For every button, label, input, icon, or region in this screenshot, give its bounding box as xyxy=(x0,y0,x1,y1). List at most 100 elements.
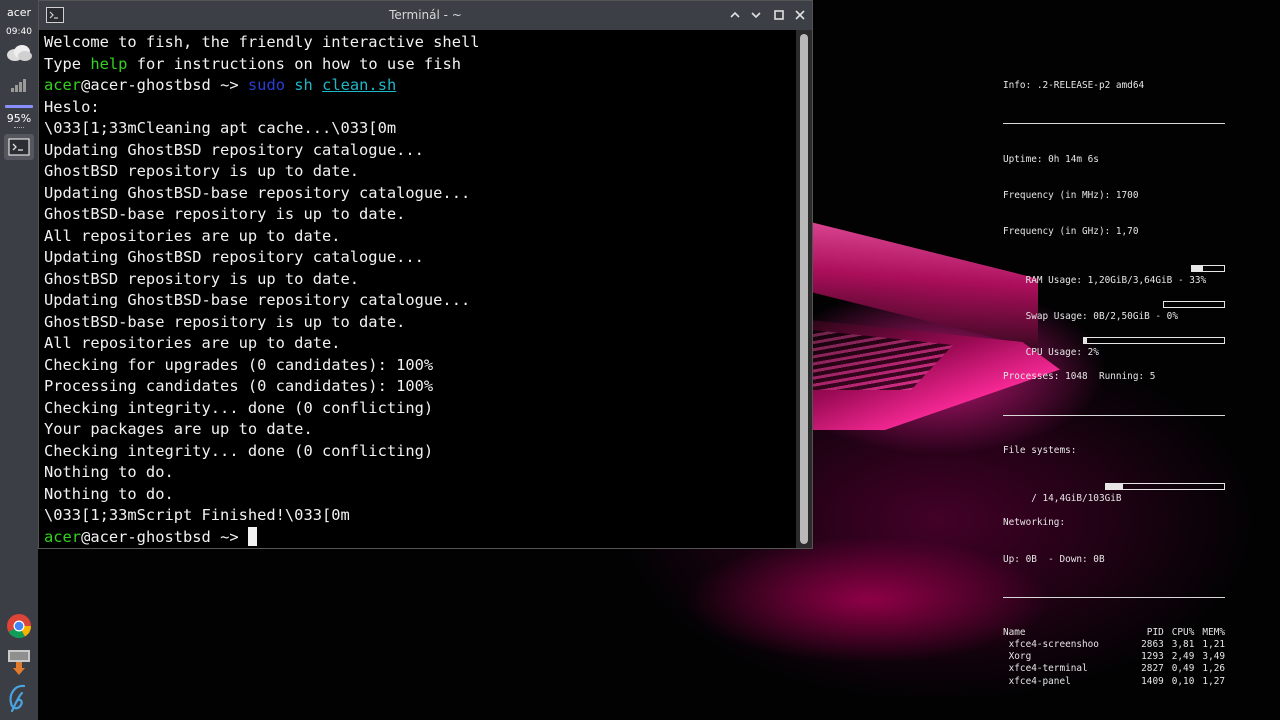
conky-frequency-ghz: Frequency (in GHz): 1,70 xyxy=(1003,226,1139,238)
conky-ram-label: RAM Usage: 1,20GiB/3,64GiB - 33% xyxy=(1025,274,1207,286)
terminal-line: Updating GhostBSD-base repository catalo… xyxy=(44,183,471,202)
terminal-line: GhostBSD repository is up to date. xyxy=(44,162,360,180)
side-panel: acer 09:40 95% xyxy=(0,0,38,720)
conky-uptime: Uptime: 0h 14m 6s xyxy=(1003,153,1099,165)
prompt-symbol: > xyxy=(229,76,248,94)
conky-fs-label: File systems: xyxy=(1003,444,1077,456)
chevron-down-icon xyxy=(751,12,761,19)
panel-clock[interactable]: 09:40 xyxy=(6,27,32,37)
minimize-button[interactable] xyxy=(726,6,744,24)
conky-net-label: Networking: xyxy=(1003,517,1066,529)
terminal-line: \033[1;33mCleaning apt cache...\033[0m xyxy=(44,119,397,137)
battery-percent[interactable]: 95% xyxy=(7,112,31,125)
process-pid: 1293 xyxy=(1141,651,1164,663)
column-header: Name xyxy=(1003,627,1026,639)
terminal-line: GhostBSD repository is up to date. xyxy=(44,269,360,288)
swap-usage-bar xyxy=(1163,300,1225,308)
terminal-line: Checking integrity... done (0 conflictin… xyxy=(44,441,434,460)
terminal-window[interactable]: Terminál - ~ Welcome to fish, the friend… xyxy=(38,0,813,549)
maximize-button[interactable] xyxy=(770,6,788,24)
terminal-active-prompt[interactable]: acer@acer-ghostbsd ~> xyxy=(44,526,796,549)
terminal-line: Updating GhostBSD-base repository catalo… xyxy=(44,291,471,309)
weather-icon[interactable] xyxy=(5,43,33,67)
process-cpu: 0,10 xyxy=(1171,675,1195,687)
window-title: Terminál - ~ xyxy=(389,8,462,22)
terminal-line: Your packages are up to date. xyxy=(44,420,313,438)
process-name: xfce4-screenshoo xyxy=(1003,639,1099,651)
conky-swap-row: Swap Usage: 0B/2,50GiB - 0% xyxy=(1003,299,1225,322)
terminal-output[interactable]: Welcome to fish, the friendly interactiv… xyxy=(39,30,796,548)
process-mem: 1,21 xyxy=(1202,639,1225,651)
terminal-line: Updating GhostBSD repository catalogue..… xyxy=(44,248,424,266)
terminal-line: All repositories are up to date. xyxy=(44,334,341,352)
process-name: xfce4-terminal xyxy=(1003,663,1088,675)
conky-swap-label: Swap Usage: 0B/2,50GiB - 0% xyxy=(1025,310,1178,322)
prompt-dir: ~ xyxy=(210,527,230,546)
terminal-line: Nothing to do. xyxy=(44,463,174,481)
panel-separator xyxy=(14,127,24,128)
ghostbsd-launcher[interactable] xyxy=(5,684,33,713)
terminal-line: Updating GhostBSD repository catalogue..… xyxy=(44,140,424,159)
chrome-icon xyxy=(7,614,32,639)
terminal-line: \033[1;33mScript Finished!\033[0m xyxy=(44,506,350,524)
window-titlebar[interactable]: Terminál - ~ xyxy=(39,1,812,30)
text-cursor xyxy=(247,526,257,546)
process-name: Xorg xyxy=(1003,651,1032,663)
process-cpu: 0,49 xyxy=(1171,663,1195,675)
process-cpu: 2,49 xyxy=(1171,651,1195,663)
terminal-line: Nothing to do. xyxy=(44,484,174,503)
table-row: xfce4-terminal 2827 0,49 1,26 xyxy=(1003,663,1225,675)
maximize-icon xyxy=(774,10,784,20)
conky-fs-row: / 14,4GiB/103GiB xyxy=(1003,481,1225,504)
chrome-launcher[interactable] xyxy=(5,612,33,640)
conky-frequency-mhz: Frequency (in MHz): 1700 xyxy=(1003,189,1139,201)
conky-divider xyxy=(1003,414,1225,416)
terminal-output-lines: Heslo: \033[1;33mCleaning apt cache...\03… xyxy=(44,97,796,527)
terminal-line: Heslo: xyxy=(44,97,100,116)
terminal-icon xyxy=(8,138,30,156)
terminal-line: Processing candidates (0 candidates): 10… xyxy=(44,377,434,395)
fs-usage-bar xyxy=(1105,483,1225,491)
prompt-dir: ~ xyxy=(210,76,230,94)
terminal-line: Checking for upgrades (0 candidates): 10… xyxy=(44,355,434,374)
software-station-launcher[interactable] xyxy=(5,648,33,676)
process-cpu: 3,81 xyxy=(1171,639,1195,651)
process-mem: 3,49 xyxy=(1202,651,1225,663)
conky-net: Up: 0B - Down: 0B xyxy=(1003,553,1105,565)
terminal-line: GhostBSD-base repository is up to date. xyxy=(44,312,406,331)
ghostbsd-logo-icon xyxy=(9,684,26,713)
table-header-row: Name PID CPU% MEM% xyxy=(1003,627,1225,639)
conky-ram-row: RAM Usage: 1,20GiB/3,64GiB - 33% xyxy=(1003,263,1225,286)
terminal-scrollbar[interactable] xyxy=(796,30,812,548)
prompt-user: acer xyxy=(44,76,82,94)
prompt-host: @acer-ghostbsd xyxy=(81,527,211,546)
battery-level-bar xyxy=(5,105,33,108)
terminal-line: Welcome to fish, the friendly interactiv… xyxy=(44,33,480,51)
process-mem: 1,27 xyxy=(1202,675,1225,687)
table-row: xfce4-screenshoo 2863 3,81 1,21 xyxy=(1003,639,1225,651)
network-signal-icon[interactable] xyxy=(10,77,28,97)
command-sh: sh xyxy=(294,76,313,94)
shade-button[interactable] xyxy=(747,6,765,24)
conky-processes: Processes: 1048 Running: 5 xyxy=(1003,371,1156,383)
process-pid: 1409 xyxy=(1141,675,1164,687)
terminal-prompt-line: acer@acer-ghostbsd ~> sudo sh clean.sh xyxy=(44,75,796,97)
conky-process-table: Name PID CPU% MEM% xfce4-screenshoo 2863 3… xyxy=(1003,627,1225,687)
terminal-line: Type help for instructions on how to use… xyxy=(44,54,461,73)
terminal-line: Checking integrity... done (0 conflictin… xyxy=(44,398,434,417)
ram-usage-bar xyxy=(1191,264,1225,272)
taskbar-terminal-button[interactable] xyxy=(4,134,34,160)
cpu-usage-bar xyxy=(1083,337,1225,345)
conky-divider xyxy=(1003,123,1225,125)
close-button[interactable] xyxy=(791,6,809,24)
column-header: CPU% xyxy=(1171,627,1195,639)
process-pid: 2827 xyxy=(1141,663,1164,675)
column-header: MEM% xyxy=(1202,627,1225,639)
process-pid: 2863 xyxy=(1141,639,1164,651)
panel-user-label[interactable]: acer xyxy=(7,6,31,19)
chevron-up-icon xyxy=(730,11,740,18)
conky-cpu-row: CPU Usage: 2% xyxy=(1003,335,1225,358)
scrollbar-thumb[interactable] xyxy=(800,34,808,544)
prompt-host: @acer-ghostbsd xyxy=(81,76,211,94)
terminal-line: GhostBSD-base repository is up to date. xyxy=(44,205,406,223)
